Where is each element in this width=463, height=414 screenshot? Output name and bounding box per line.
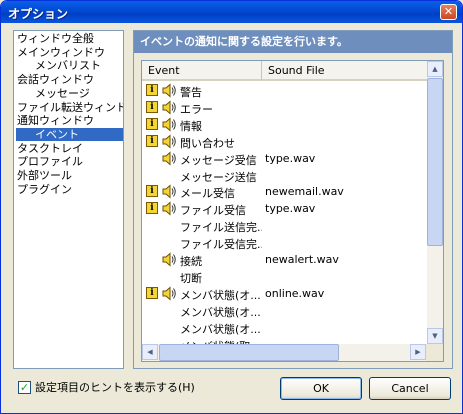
scroll-up-icon[interactable]: ▲: [427, 61, 443, 77]
event-settings-panel: イベントの通知に関する設定を行います。 Event Sound File i 警告…: [133, 30, 453, 369]
event-name: 情報: [180, 119, 202, 133]
nav-item[interactable]: 会話ウィンドウ: [17, 73, 94, 86]
window-title: オプション: [8, 7, 69, 21]
nav-item[interactable]: タスクトレイ: [17, 142, 83, 155]
event-row[interactable]: 接続 newalert.wav: [142, 251, 428, 268]
event-name: 問い合わせ: [180, 136, 235, 150]
ok-button[interactable]: OK: [280, 377, 362, 400]
event-row[interactable]: ファイル受信完...: [142, 234, 428, 251]
close-icon[interactable]: ✕: [440, 4, 457, 20]
nav-item[interactable]: メンバリスト: [17, 59, 101, 72]
nav-item[interactable]: メッセージ: [17, 87, 90, 100]
options-category-tree[interactable]: ウィンドウ全般 メインウィンドウ メンバリスト 会話ウィンドウ メッセージ ファイル転送ウ…: [13, 30, 124, 369]
cancel-button[interactable]: Cancel: [369, 377, 451, 400]
speaker-icon[interactable]: [161, 150, 177, 166]
speaker-icon[interactable]: [161, 100, 177, 115]
horizontal-scroll-thumb[interactable]: [159, 344, 339, 361]
event-name: ファイル受信: [180, 204, 246, 218]
title-bar[interactable]: オプション ✕: [1, 1, 462, 23]
speaker-icon[interactable]: [161, 184, 177, 199]
nav-item[interactable]: ファイル転送ウィンドウ: [17, 101, 123, 114]
event-name: エラー: [180, 102, 213, 116]
sound-file: type.wav: [265, 151, 316, 165]
column-header-sound-file[interactable]: Sound File: [262, 61, 428, 81]
sound-file: newemail.wav: [265, 185, 344, 199]
vertical-scrollbar[interactable]: ▲ ▼: [427, 61, 443, 344]
nav-item[interactable]: ウィンドウ全般: [17, 32, 94, 45]
speaker-icon[interactable]: [161, 83, 177, 98]
options-dialog: オプション ✕ ウィンドウ全般 メインウィンドウ メンバリスト 会話ウィンドウ メッセー…: [0, 0, 463, 414]
info-icon[interactable]: i: [146, 202, 158, 215]
event-name: メンバ状態(オ...: [180, 288, 261, 302]
vertical-scroll-thumb[interactable]: [427, 78, 443, 246]
event-row[interactable]: i メンバ状態(オ... online.wav: [142, 285, 428, 302]
event-name: メッセージ受信: [180, 153, 257, 167]
speaker-icon[interactable]: [161, 286, 177, 301]
horizontal-scrollbar[interactable]: ◀ ▶: [142, 344, 443, 361]
show-hints-checkbox[interactable]: ✓: [18, 381, 31, 394]
event-row[interactable]: i メール受信 newemail.wav: [142, 183, 428, 200]
info-icon[interactable]: i: [146, 84, 158, 96]
event-name: メンバ状態(オ...: [180, 322, 261, 336]
show-hints-label[interactable]: 設定項目のヒントを表示する(H): [35, 381, 195, 394]
panel-header: イベントの通知に関する設定を行います。: [134, 31, 452, 53]
nav-item[interactable]: プロファイル: [17, 155, 83, 168]
scroll-down-icon[interactable]: ▼: [427, 328, 443, 344]
event-row[interactable]: メッセージ受信 type.wav: [142, 150, 428, 167]
sound-file: newalert.wav: [265, 253, 339, 266]
event-row[interactable]: i 情報: [142, 116, 428, 133]
sound-file: online.wav: [265, 286, 325, 300]
event-name: メッセージ送信: [180, 170, 257, 184]
speaker-icon[interactable]: [161, 252, 177, 267]
info-icon[interactable]: i: [146, 100, 158, 113]
speaker-icon[interactable]: [161, 201, 177, 216]
info-icon[interactable]: i: [146, 286, 158, 299]
event-name: 切断: [180, 271, 202, 285]
event-row[interactable]: メンバ状態(オ...: [142, 302, 428, 319]
column-header-event[interactable]: Event: [142, 61, 262, 81]
event-row[interactable]: i エラー: [142, 99, 428, 116]
event-name: メンバ状態(オ...: [180, 305, 261, 319]
event-row[interactable]: メンバ状態(オ...: [142, 319, 428, 336]
event-list[interactable]: Event Sound File i 警告 i エラー i 情報 i 問い合わせ メッセージ受信…: [141, 60, 444, 362]
event-name: 警告: [180, 86, 202, 99]
event-row[interactable]: 切断: [142, 268, 428, 285]
nav-item[interactable]: イベント: [16, 127, 123, 141]
scroll-left-icon[interactable]: ◀: [142, 344, 158, 360]
event-name: メール受信: [180, 187, 235, 201]
scroll-right-icon[interactable]: ▶: [410, 344, 426, 360]
event-row[interactable]: i 警告: [142, 82, 428, 99]
event-name: ファイル送信完...: [180, 221, 262, 235]
nav-item[interactable]: プラグイン: [17, 183, 72, 196]
event-row[interactable]: i 問い合わせ: [142, 133, 428, 150]
scroll-corner: [426, 344, 443, 361]
sound-file: type.wav: [265, 202, 316, 216]
speaker-icon[interactable]: [161, 134, 177, 149]
info-icon[interactable]: i: [146, 134, 158, 147]
event-row[interactable]: i ファイル受信 type.wav: [142, 200, 428, 217]
info-icon[interactable]: i: [146, 117, 158, 130]
nav-item[interactable]: メインウィンドウ: [17, 46, 105, 59]
event-name: ファイル受信完...: [180, 238, 262, 252]
info-icon[interactable]: i: [146, 185, 158, 198]
nav-item[interactable]: 外部ツール: [17, 169, 72, 182]
event-row[interactable]: メッセージ送信: [142, 167, 428, 184]
event-name: 接続: [180, 255, 202, 268]
speaker-icon[interactable]: [161, 117, 177, 132]
nav-item[interactable]: 通知ウィンドウ: [17, 114, 94, 127]
event-row[interactable]: ファイル送信完...: [142, 217, 428, 234]
